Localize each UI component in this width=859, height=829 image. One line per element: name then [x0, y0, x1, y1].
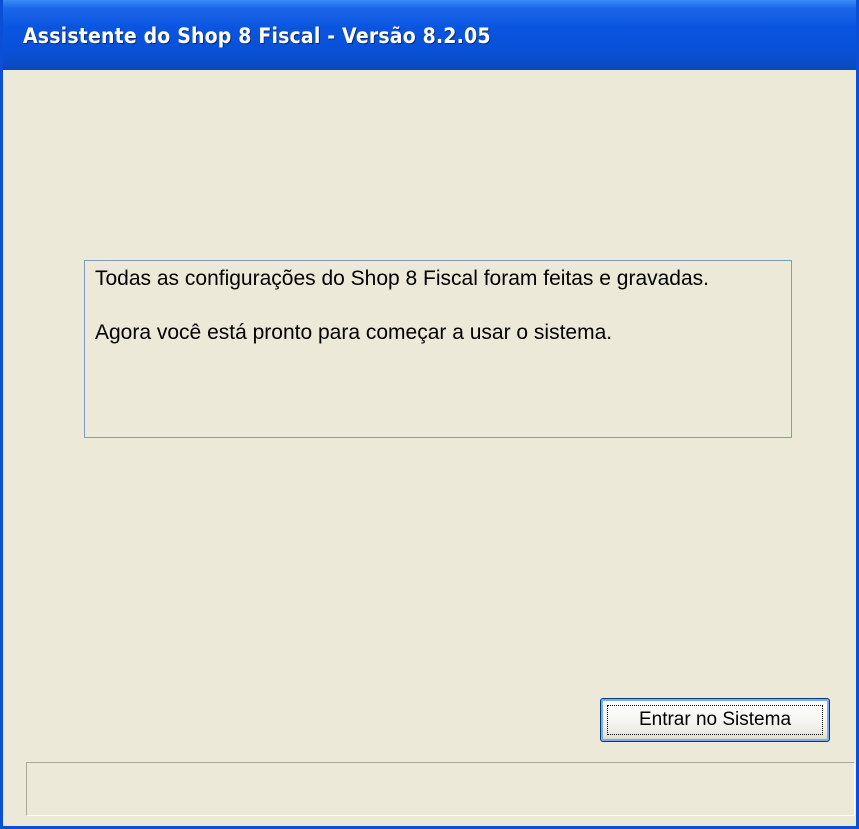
- wizard-window: Assistente do Shop 8 Fiscal - Versão 8.2…: [0, 0, 859, 829]
- completion-message: Todas as configurações do Shop 8 Fiscal …: [95, 267, 710, 290]
- message-panel: Todas as configurações do Shop 8 Fiscal …: [84, 260, 792, 438]
- ready-message: Agora você está pronto para começar a us…: [95, 321, 613, 344]
- title-bar[interactable]: Assistente do Shop 8 Fiscal - Versão 8.2…: [3, 0, 856, 70]
- enter-system-label: Entrar no Sistema: [638, 709, 792, 730]
- enter-system-button[interactable]: Entrar no Sistema: [600, 698, 830, 742]
- status-bar: [26, 762, 855, 816]
- window-title: Assistente do Shop 8 Fiscal - Versão 8.2…: [23, 24, 491, 48]
